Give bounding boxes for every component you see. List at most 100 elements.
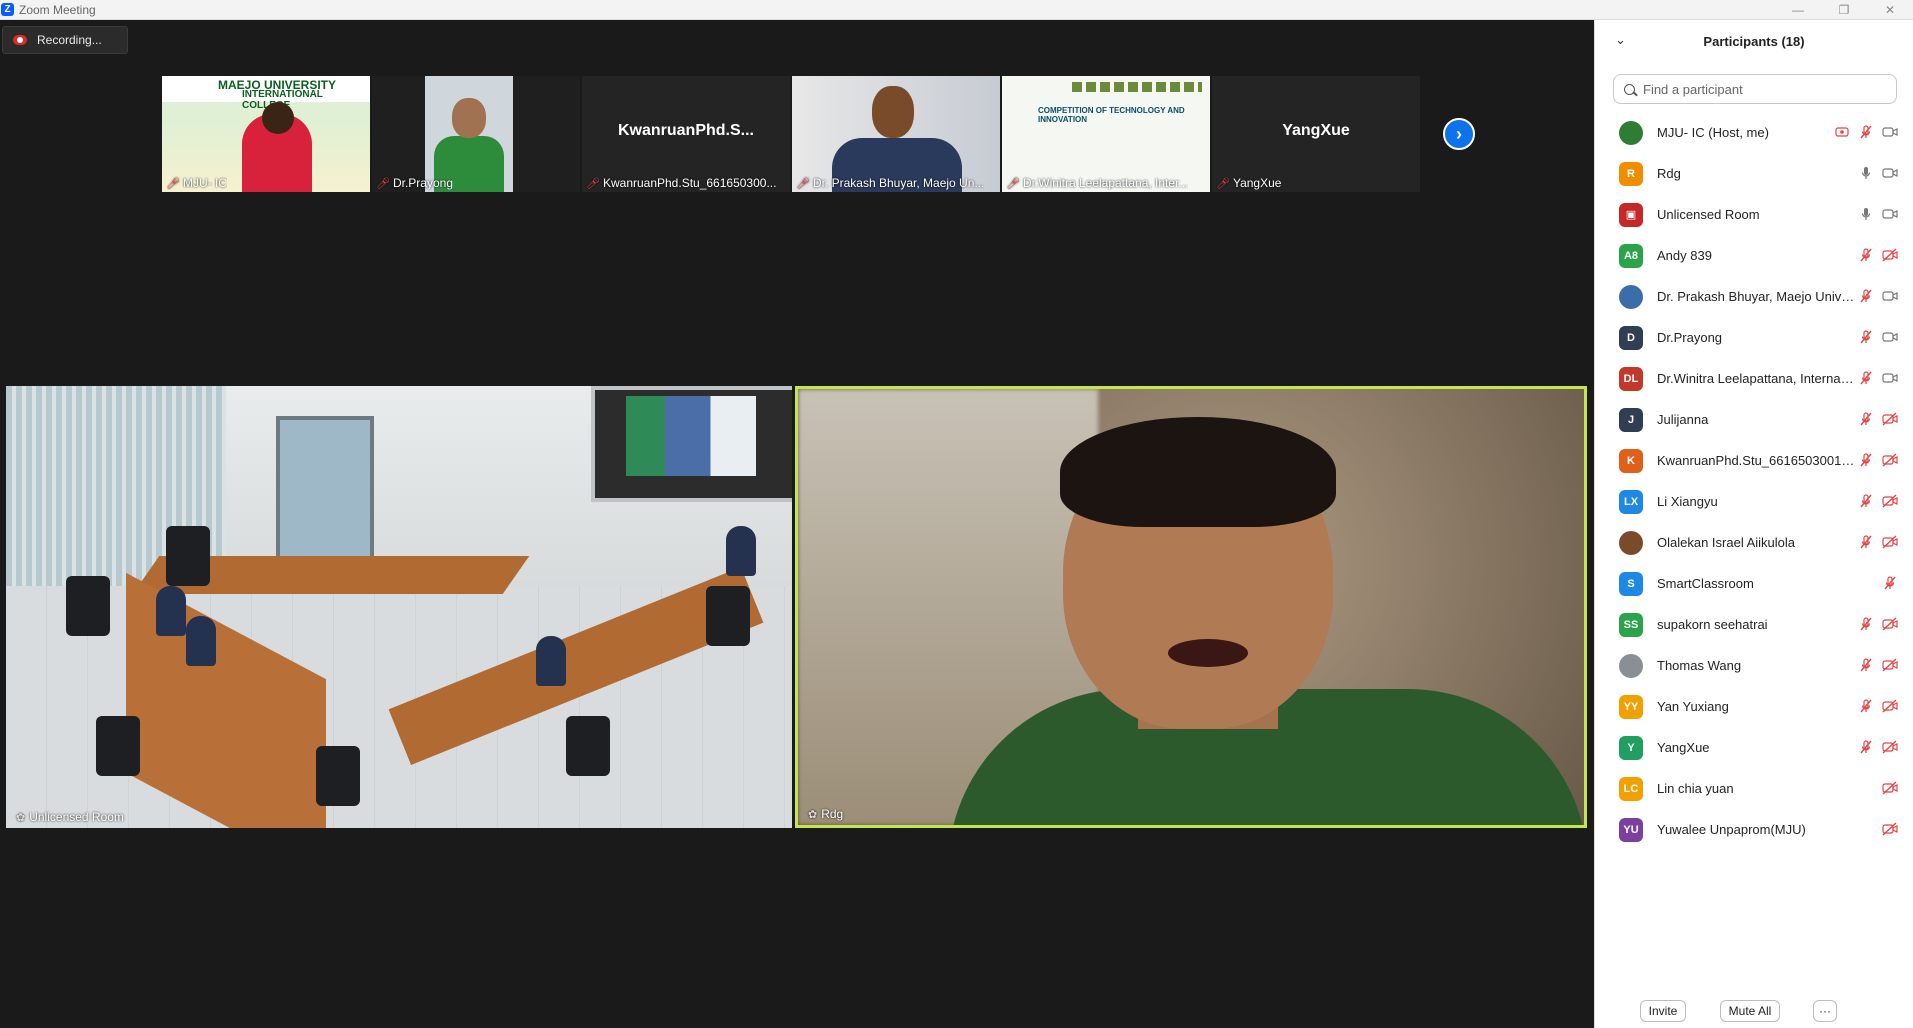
video-off-icon[interactable] [1882, 780, 1898, 796]
next-page-button[interactable]: › [1443, 118, 1475, 150]
thumbnail-yangxue[interactable]: YangXue 🎤︎ YangXue [1212, 76, 1420, 192]
video-tile-rdg[interactable]: ✿ Rdg [795, 386, 1587, 828]
participant-row[interactable]: Olalekan Israel Aiikulola [1595, 522, 1913, 563]
mic-off-icon[interactable] [1858, 370, 1874, 386]
avatar: S [1619, 571, 1643, 596]
participant-row[interactable]: LC Lin chia yuan [1595, 768, 1913, 809]
participant-name: Lin chia yuan [1657, 781, 1734, 796]
video-icon[interactable] [1882, 165, 1898, 181]
video-off-icon[interactable] [1882, 657, 1898, 673]
thumbnail-dr-prayong[interactable]: 🎤︎ Dr.Prayong [372, 76, 580, 192]
restore-button[interactable]: ❐ [1821, 0, 1867, 19]
participant-row[interactable]: YU Yuwalee Unpaprom(MJU) [1595, 809, 1913, 850]
recording-label: Recording... [37, 33, 102, 47]
participant-row[interactable]: Y YangXue [1595, 727, 1913, 768]
mic-off-icon[interactable] [1858, 616, 1874, 632]
participant-row[interactable]: ▣ Unlicensed Room [1595, 194, 1913, 235]
slide-subtitle: INTERNATIONAL COLLEGE [242, 89, 323, 111]
thumbnail-mju-ic[interactable]: MAEJO UNIVERSITY INTERNATIONAL COLLEGE 🎤… [162, 76, 370, 192]
thumbnail-dr-winitra[interactable]: COMPETITION OF TECHNOLOGY AND INNOVATION… [1002, 76, 1210, 192]
mic-off-icon[interactable] [1858, 698, 1874, 714]
participant-list: MJU- IC (Host, me) R Rdg ▣ Unlicensed Room A8… [1595, 112, 1913, 850]
video-off-icon[interactable] [1882, 534, 1898, 550]
recording-indicator[interactable]: Recording... [2, 26, 128, 54]
participant-name: MJU- IC (Host, me) [1657, 125, 1769, 140]
participant-status-icons [1858, 739, 1898, 755]
more-options-button[interactable]: ··· [1813, 1000, 1837, 1022]
avatar: LC [1619, 776, 1643, 801]
mic-off-icon[interactable] [1858, 247, 1874, 263]
mute-all-button[interactable]: Mute All [1720, 1000, 1780, 1022]
video-off-icon[interactable] [1882, 698, 1898, 714]
video-off-icon[interactable] [1882, 247, 1898, 263]
mic-icon[interactable] [1858, 206, 1874, 222]
close-button[interactable]: ✕ [1867, 0, 1913, 19]
participant-status-icons [1858, 206, 1898, 222]
participant-row[interactable]: D Dr.Prayong [1595, 317, 1913, 358]
participant-head [262, 102, 294, 134]
video-off-icon[interactable] [1882, 821, 1898, 837]
mic-icon[interactable] [1858, 165, 1874, 181]
participant-status-icons [1858, 288, 1898, 304]
avatar: SS [1619, 612, 1643, 637]
participant-row[interactable]: J Julijanna [1595, 399, 1913, 440]
participant-row[interactable]: LX Li Xiangyu [1595, 481, 1913, 522]
mic-off-icon[interactable] [1858, 124, 1874, 140]
panel-header: ⌄ Participants (18) [1595, 20, 1913, 64]
participant-row[interactable]: K KwanruanPhd.Stu_6616503001_D... [1595, 440, 1913, 481]
thumbnail-strip: MAEJO UNIVERSITY INTERNATIONAL COLLEGE 🎤… [162, 76, 1420, 192]
mic-off-icon[interactable] [1858, 657, 1874, 673]
video-off-icon[interactable] [1882, 493, 1898, 509]
mic-off-icon[interactable] [1858, 534, 1874, 550]
participant-row[interactable]: SS supakorn seehatrai [1595, 604, 1913, 645]
participant-search[interactable] [1613, 74, 1897, 104]
mic-off-icon: 🎤︎ [796, 177, 810, 190]
video-off-icon[interactable] [1882, 616, 1898, 632]
participant-status-icons [1858, 534, 1898, 550]
participant-row[interactable]: S SmartClassroom [1595, 563, 1913, 604]
chevron-right-icon: › [1456, 123, 1462, 144]
mic-off-icon: 🎤︎ [586, 177, 600, 190]
slide-text: COMPETITION OF TECHNOLOGY AND INNOVATION [1038, 106, 1185, 124]
participant-row[interactable]: Dr. Prakash Bhuyar, Maejo Unive... [1595, 276, 1913, 317]
video-icon[interactable] [1882, 329, 1898, 345]
video-icon[interactable] [1882, 288, 1898, 304]
participant-row[interactable]: DL Dr.Winitra Leelapattana, Internati... [1595, 358, 1913, 399]
thumbnail-dr-prakash[interactable]: 🎤︎ Dr. Prakash Bhuyar, Maejo Un... [792, 76, 1000, 192]
mic-off-icon[interactable] [1858, 739, 1874, 755]
search-icon [1624, 83, 1635, 95]
video-tile-unlicensed-room[interactable]: ✿ Unlicensed Room [6, 386, 792, 828]
participants-panel: ⌄ Participants (18) MJU- IC (Host, me) RR… [1594, 20, 1913, 1028]
participant-status-icons [1858, 657, 1898, 673]
video-off-icon[interactable] [1882, 411, 1898, 427]
thumbnail-kwanruan[interactable]: KwanruanPhd.S... 🎤︎ KwanruanPhd.Stu_66165… [582, 76, 790, 192]
search-input[interactable] [1641, 80, 1885, 98]
video-off-icon[interactable] [1882, 452, 1898, 468]
participant-row[interactable]: R Rdg [1595, 153, 1913, 194]
participant-name: Unlicensed Room [1657, 207, 1760, 222]
video-icon[interactable] [1882, 206, 1898, 222]
participant-name: Olalekan Israel Aiikulola [1657, 535, 1796, 550]
participant-row[interactable]: MJU- IC (Host, me) [1595, 112, 1913, 153]
video-off-icon[interactable] [1882, 739, 1898, 755]
mic-off-icon[interactable] [1882, 575, 1898, 591]
minimize-button[interactable]: — [1775, 0, 1821, 19]
video-icon[interactable] [1882, 370, 1898, 386]
participant-status-icons [1882, 575, 1898, 591]
mic-off-icon[interactable] [1858, 493, 1874, 509]
participant-row[interactable]: Thomas Wang [1595, 645, 1913, 686]
participant-row[interactable]: YY Yan Yuxiang [1595, 686, 1913, 727]
mic-off-icon[interactable] [1858, 452, 1874, 468]
mic-off-icon[interactable] [1858, 411, 1874, 427]
invite-button[interactable]: Invite [1640, 1000, 1686, 1022]
participant-name: Andy 839 [1657, 248, 1712, 263]
participant-row[interactable]: A8 Andy 839 [1595, 235, 1913, 276]
mic-off-icon[interactable] [1858, 288, 1874, 304]
mic-off-icon: 🎤︎ [376, 177, 390, 190]
participant-status-icons [1858, 452, 1898, 468]
video-icon[interactable] [1882, 124, 1898, 140]
participant-status-icons [1858, 493, 1898, 509]
participant-name: Dr.Prayong [1657, 330, 1723, 345]
mic-off-icon[interactable] [1858, 329, 1874, 345]
mic-off-icon: 🎤︎ [166, 177, 180, 190]
